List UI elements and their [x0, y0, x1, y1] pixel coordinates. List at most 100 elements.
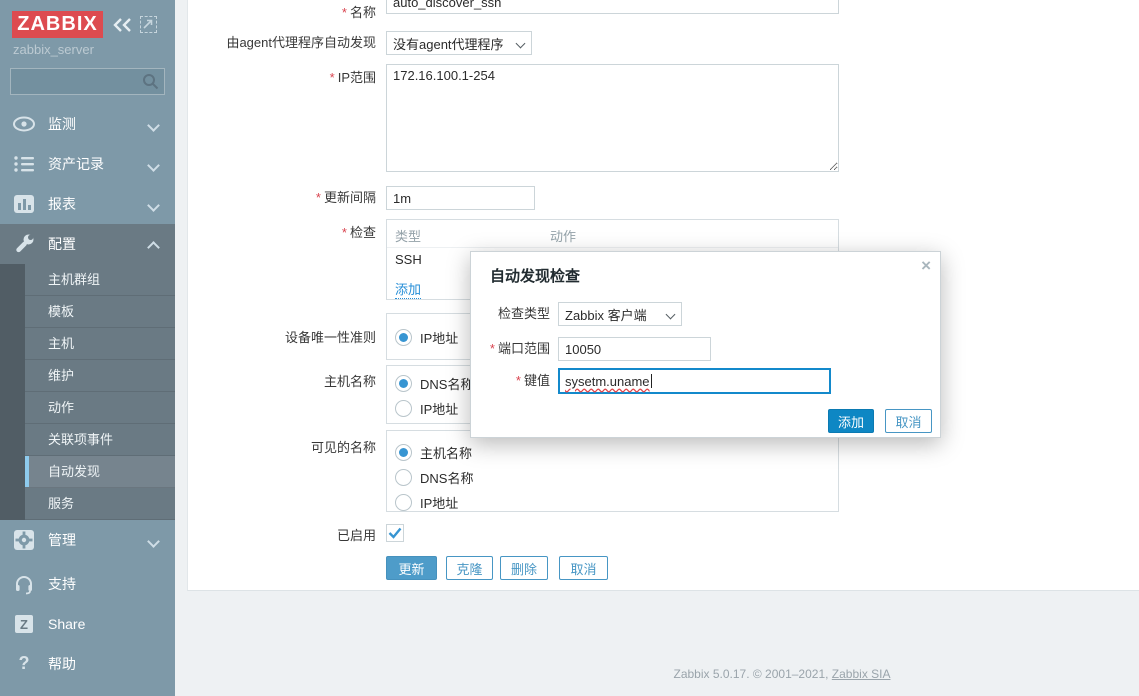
sidebar-item-label: 帮助 [48, 654, 76, 674]
sidebar: ZABBIX zabbix_server 监测 [0, 0, 175, 696]
port-range-input[interactable] [558, 337, 711, 361]
expand-arrow-icon [143, 19, 153, 29]
chevron-down-icon [147, 159, 160, 172]
sidebar-item-label: Share [48, 616, 85, 632]
radio-selected-icon [395, 444, 412, 461]
sidebar-item-label: 管理 [48, 530, 76, 550]
sidebar-nav: 监测 资产记录 报表 [0, 104, 175, 560]
sidebar-item-help[interactable]: ? 帮助 [0, 644, 175, 684]
submenu-item-hosts[interactable]: 主机 [25, 328, 175, 360]
submenu-item-actions[interactable]: 动作 [25, 392, 175, 424]
chevron-down-icon [147, 199, 160, 212]
update-button[interactable]: 更新 [386, 556, 437, 580]
host-name-label: 主机名称 [196, 370, 376, 394]
port-range-label: *端口范围 [471, 337, 550, 361]
bar-chart-icon [13, 193, 35, 215]
checks-label: *检查 [196, 221, 376, 245]
submenu-item-event-correlation[interactable]: 关联项事件 [25, 424, 175, 456]
sidebar-collapse-button[interactable] [112, 15, 134, 35]
headset-icon [13, 573, 35, 595]
double-chevron-left-icon [112, 15, 134, 35]
zabbix-share-icon: Z [13, 613, 35, 635]
list-icon [13, 153, 35, 175]
gear-icon [13, 529, 35, 551]
delete-button[interactable]: 删除 [500, 556, 548, 580]
column-type-header: 类型 [395, 226, 421, 245]
sidebar-item-label: 支持 [48, 574, 76, 594]
proxy-select[interactable]: 没有agent代理程序 [386, 31, 532, 55]
checks-table-header: 类型 动作 [387, 220, 838, 248]
wrench-icon [13, 233, 35, 255]
chevron-down-icon [147, 119, 160, 132]
submenu-item-services[interactable]: 服务 [25, 488, 175, 520]
radio-unselected-icon [395, 400, 412, 417]
device-uniqueness-label: 设备唯一性准则 [196, 326, 376, 350]
footer-version-text: Zabbix 5.0.17. © 2001–2021, [674, 667, 832, 681]
sidebar-item-reports[interactable]: 报表 [0, 184, 175, 224]
update-interval-input[interactable] [386, 186, 535, 210]
name-label: *名称 [196, 1, 376, 25]
configuration-submenu: 主机群组 模板 主机 维护 动作 关联项事件 自动发现 服务 [0, 264, 175, 520]
submenu-item-templates[interactable]: 模板 [25, 296, 175, 328]
radio-dns-name[interactable]: DNS名称 [395, 468, 473, 487]
column-action-header: 动作 [550, 226, 576, 245]
modal-add-button[interactable]: 添加 [828, 409, 874, 433]
check-type-select[interactable]: Zabbix 客户端 [558, 302, 682, 326]
discovered-by-label: 由agent代理程序自动发现 [196, 31, 376, 55]
check-row-type: SSH [395, 252, 422, 267]
select-chevron-icon [666, 310, 676, 320]
select-chevron-icon [516, 39, 526, 49]
radio-ip-address[interactable]: IP地址 [395, 399, 458, 418]
sidebar-item-monitoring[interactable]: 监测 [0, 104, 175, 144]
cancel-button[interactable]: 取消 [559, 556, 608, 580]
text-caret [651, 374, 652, 388]
modal-cancel-button[interactable]: 取消 [885, 409, 932, 433]
radio-dns-name[interactable]: DNS名称 [395, 374, 473, 393]
clone-button[interactable]: 克隆 [446, 556, 493, 580]
sidebar-item-label: 监测 [48, 114, 76, 134]
submenu-item-host-groups[interactable]: 主机群组 [25, 264, 175, 296]
submenu-item-discovery[interactable]: 自动发现 [25, 456, 175, 488]
submenu-item-maintenance[interactable]: 维护 [25, 360, 175, 392]
sidebar-item-administration[interactable]: 管理 [0, 520, 175, 560]
key-label: *键值 [471, 369, 550, 393]
ip-range-label: *IP范围 [196, 66, 376, 90]
name-input[interactable] [386, 0, 839, 14]
ip-range-textarea[interactable]: 172.16.100.1-254 [386, 64, 839, 172]
radio-selected-icon [395, 375, 412, 392]
close-icon[interactable]: × [921, 257, 931, 274]
discovery-check-modal: 自动发现检查 × 检查类型 Zabbix 客户端 *端口范围 *键值 syset… [470, 251, 941, 438]
search-icon[interactable] [142, 73, 159, 90]
enabled-label: 已启用 [196, 524, 376, 548]
modal-title: 自动发现检查 [490, 265, 580, 286]
update-interval-label: *更新间隔 [196, 186, 376, 210]
checkmark-icon [388, 527, 402, 539]
eye-icon [13, 113, 35, 135]
sidebar-item-share[interactable]: Z Share [0, 604, 175, 644]
page-footer: Zabbix 5.0.17. © 2001–2021, Zabbix SIA [632, 667, 932, 681]
radio-ip-address[interactable]: IP地址 [395, 328, 458, 347]
sidebar-search [10, 68, 165, 95]
radio-ip-address[interactable]: IP地址 [395, 493, 458, 512]
key-input[interactable]: sysetm.uname [558, 368, 831, 394]
search-input[interactable] [15, 70, 139, 95]
radio-selected-icon [395, 329, 412, 346]
sidebar-item-support[interactable]: 支持 [0, 564, 175, 604]
zabbix-logo[interactable]: ZABBIX [12, 11, 103, 38]
sidebar-item-label: 资产记录 [48, 154, 104, 174]
kiosk-mode-button[interactable] [140, 16, 157, 33]
chevron-up-icon [147, 241, 160, 254]
sidebar-item-label: 配置 [48, 234, 76, 254]
radio-unselected-icon [395, 494, 412, 511]
visible-name-group: 主机名称 DNS名称 IP地址 [386, 430, 839, 512]
zabbix-sia-link[interactable]: Zabbix SIA [832, 667, 891, 681]
chevron-down-icon [147, 535, 160, 548]
radio-unselected-icon [395, 469, 412, 486]
sidebar-item-inventory[interactable]: 资产记录 [0, 144, 175, 184]
sidebar-bottom-nav: 支持 Z Share ? 帮助 [0, 564, 175, 684]
enabled-checkbox[interactable] [386, 524, 404, 542]
server-name: zabbix_server [13, 42, 94, 57]
sidebar-item-configuration[interactable]: 配置 [0, 224, 175, 264]
radio-host-name[interactable]: 主机名称 [395, 443, 472, 462]
check-add-link[interactable]: 添加 [395, 279, 421, 299]
